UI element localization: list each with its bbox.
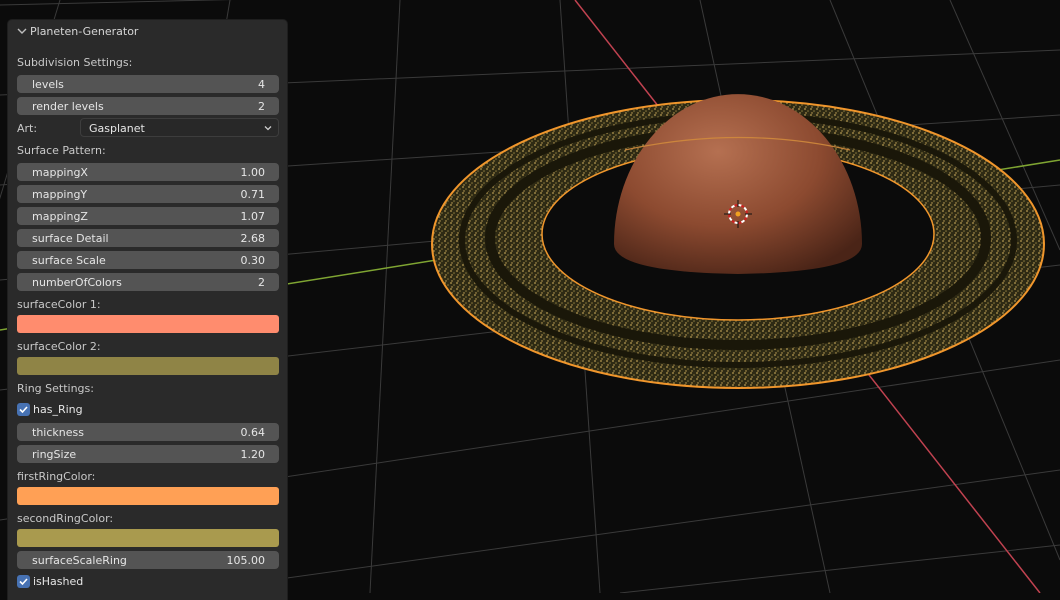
- surface-color-1-label: surfaceColor 1:: [17, 298, 101, 311]
- mappingx-field[interactable]: mappingX 1.00: [17, 163, 279, 181]
- art-select-value: Gasplanet: [89, 122, 145, 135]
- ring-size-field[interactable]: ringSize 1.20: [17, 445, 279, 463]
- number-of-colors-label: numberOfColors: [32, 276, 122, 289]
- thickness-label: thickness: [32, 426, 84, 439]
- render-levels-label: render levels: [32, 100, 104, 113]
- has-ring-checkbox[interactable]: [17, 403, 30, 416]
- surface-color-1-swatch[interactable]: [17, 315, 279, 333]
- mappingz-label: mappingZ: [32, 210, 88, 223]
- is-hashed-checkbox[interactable]: [17, 575, 30, 588]
- surface-color-2-label: surfaceColor 2:: [17, 340, 101, 353]
- surface-scale-value: 0.30: [240, 254, 266, 267]
- ring-settings-heading: Ring Settings:: [17, 382, 94, 395]
- panel-header[interactable]: Planeten-Generator: [8, 20, 287, 44]
- chevron-down-icon: [264, 126, 272, 131]
- mappingy-value: 0.71: [240, 188, 266, 201]
- render-levels-value: 2: [258, 100, 265, 113]
- mappingz-value: 1.07: [240, 210, 266, 223]
- surface-scale-ring-value: 105.00: [226, 554, 266, 567]
- surface-pattern-heading: Surface Pattern:: [17, 144, 106, 157]
- ring-size-value: 1.20: [240, 448, 266, 461]
- render-levels-field[interactable]: render levels 2: [17, 97, 279, 115]
- surface-detail-value: 2.68: [240, 232, 266, 245]
- checkmark-icon: [19, 578, 28, 586]
- levels-field[interactable]: levels 4: [17, 75, 279, 93]
- mappingy-label: mappingY: [32, 188, 88, 201]
- surface-scale-field[interactable]: surface Scale 0.30: [17, 251, 279, 269]
- planet-generator-panel: Planeten-Generator Subdivision Settings:…: [8, 20, 287, 600]
- mappingy-field[interactable]: mappingY 0.71: [17, 185, 279, 203]
- mappingx-value: 1.00: [240, 166, 266, 179]
- number-of-colors-value: 2: [258, 276, 265, 289]
- levels-value: 4: [258, 78, 265, 91]
- surface-scale-label: surface Scale: [32, 254, 106, 267]
- surface-color-2-swatch[interactable]: [17, 357, 279, 375]
- surface-scale-ring-field[interactable]: surfaceScaleRing 105.00: [17, 551, 279, 569]
- thickness-value: 0.64: [240, 426, 266, 439]
- number-of-colors-field[interactable]: numberOfColors 2: [17, 273, 279, 291]
- surface-detail-field[interactable]: surface Detail 2.68: [17, 229, 279, 247]
- first-ring-color-swatch[interactable]: [17, 487, 279, 505]
- surface-detail-label: surface Detail: [32, 232, 109, 245]
- mappingz-field[interactable]: mappingZ 1.07: [17, 207, 279, 225]
- second-ring-color-label: secondRingColor:: [17, 512, 114, 525]
- panel-title: Planeten-Generator: [30, 25, 139, 38]
- surface-scale-ring-label: surfaceScaleRing: [32, 554, 127, 567]
- art-label: Art:: [17, 122, 38, 135]
- art-select[interactable]: Gasplanet: [80, 118, 279, 137]
- is-hashed-label[interactable]: isHashed: [33, 575, 83, 588]
- levels-label: levels: [32, 78, 64, 91]
- ring-size-label: ringSize: [32, 448, 77, 461]
- has-ring-label[interactable]: has_Ring: [33, 403, 83, 416]
- first-ring-color-label: firstRingColor:: [17, 470, 96, 483]
- second-ring-color-swatch[interactable]: [17, 529, 279, 547]
- subdivision-heading: Subdivision Settings:: [17, 56, 133, 69]
- mappingx-label: mappingX: [32, 166, 88, 179]
- chevron-down-icon[interactable]: [16, 25, 28, 37]
- checkmark-icon: [19, 406, 28, 414]
- thickness-field[interactable]: thickness 0.64: [17, 423, 279, 441]
